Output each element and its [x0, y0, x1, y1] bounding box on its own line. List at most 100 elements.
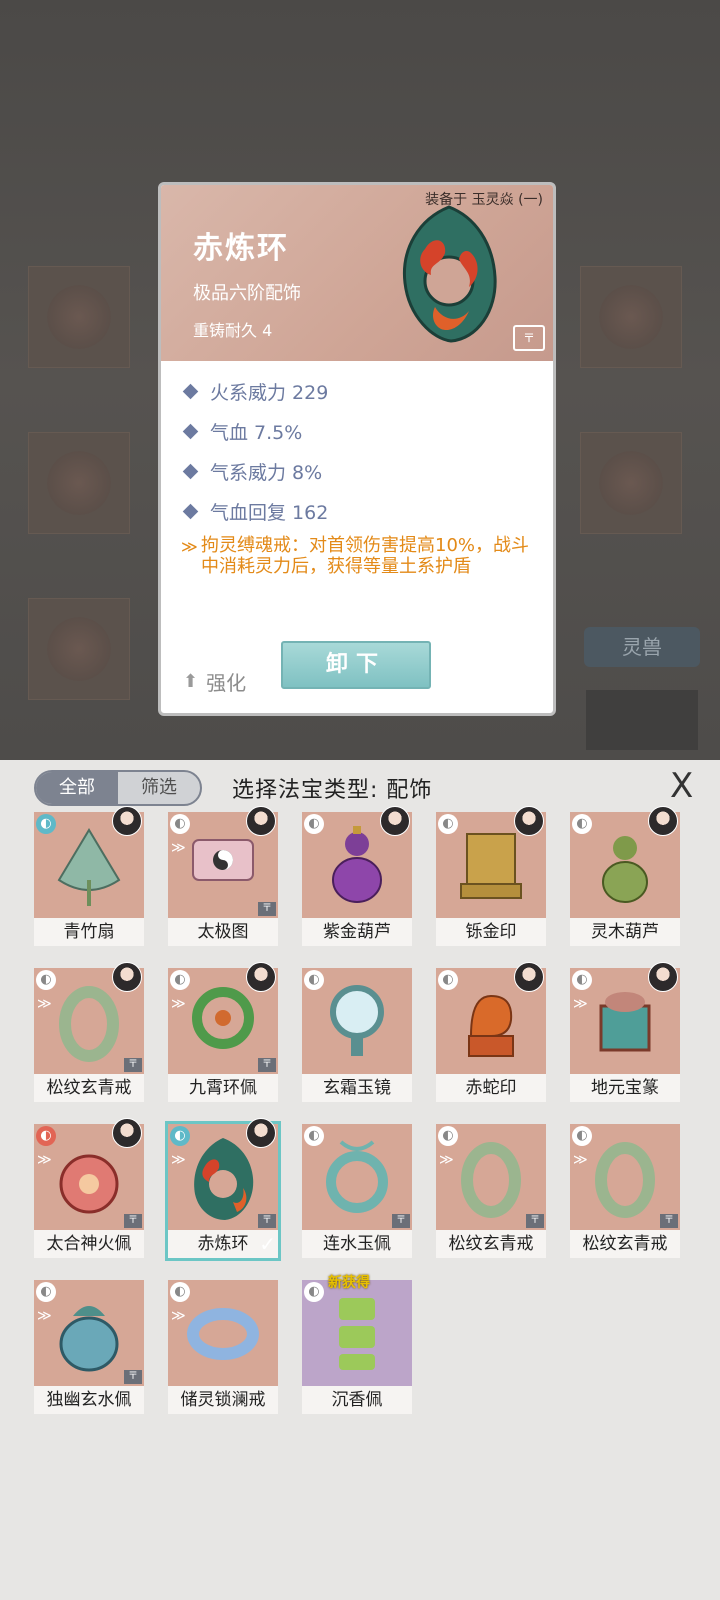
avatar	[514, 806, 544, 836]
stat-text: 气系威力 8%	[210, 461, 323, 484]
tab-filter[interactable]: 筛选	[118, 772, 200, 804]
scroll-icon	[192, 839, 254, 881]
item-card[interactable]: ◐ ≫ 〒 九霄环佩	[168, 962, 278, 1102]
item-card[interactable]: ◐ ≫ 地元宝篆	[570, 962, 680, 1102]
element-icon: ◐	[36, 1126, 56, 1146]
avatar	[514, 962, 544, 992]
item-name: 连水玉佩	[302, 1230, 412, 1258]
avatar	[380, 806, 410, 836]
item-card[interactable]: ◐ 新获得 沉香佩	[302, 1275, 412, 1414]
item-card[interactable]: ◐ ≫ 〒 松纹玄青戒	[570, 1124, 680, 1258]
lock-icon: 〒	[392, 1214, 410, 1228]
stat-row: 气血 7.5%	[181, 411, 541, 451]
lock-icon: 〒	[124, 1214, 142, 1228]
element-icon: ◐	[438, 970, 458, 990]
enhance-label: 强化	[206, 671, 247, 695]
bg-equipment-slot	[28, 266, 130, 368]
element-icon: ◐	[304, 970, 324, 990]
element-icon: ◐	[170, 1282, 190, 1302]
bg-equipment-slot	[28, 598, 130, 700]
up-arrow-icon: ⬆	[183, 671, 199, 692]
element-icon: ◐	[304, 1282, 324, 1302]
soul-bind-icon: ≫	[37, 996, 52, 1012]
element-icon: ◐	[170, 970, 190, 990]
red-ring-icon	[194, 1138, 254, 1220]
filter-tabs: 全部 筛选	[34, 770, 202, 806]
soul-bind-icon: ≫	[171, 1308, 186, 1324]
stat-text: 气血 7.5%	[210, 421, 303, 444]
item-card[interactable]: ◐ 〒 连水玉佩	[302, 1124, 412, 1258]
jade-pendant-icon	[326, 1140, 388, 1213]
unequip-button[interactable]: 卸下	[281, 641, 431, 689]
soul-bind-icon: ≫	[171, 996, 186, 1012]
avatar	[648, 806, 678, 836]
tab-all[interactable]: 全部	[36, 772, 118, 804]
item-card[interactable]: ◐ 赤蛇印	[436, 962, 546, 1102]
blue-ring-icon	[187, 1308, 259, 1360]
soul-bind-icon: ≫	[439, 1152, 454, 1168]
lock-icon[interactable]: 〒	[513, 325, 545, 351]
diamond-bullet-icon	[182, 423, 199, 439]
lock-icon: 〒	[258, 1214, 276, 1228]
item-name: 太合神火佩	[34, 1230, 144, 1258]
bg-equipment-slot	[580, 432, 682, 534]
avatar	[246, 1118, 276, 1148]
stat-row: 火系威力 229	[181, 371, 541, 411]
jade-chain-icon	[339, 1298, 375, 1370]
stat-text: 火系威力 229	[210, 381, 329, 404]
soul-bind-icon: ≫	[37, 1152, 52, 1168]
soul-bind-icon: ≫	[37, 1308, 52, 1324]
soul-bind-icon: ≫	[181, 537, 198, 556]
avatar	[112, 806, 142, 836]
item-card[interactable]: ◐ 铄金印	[436, 806, 546, 946]
item-card[interactable]: ◐ ≫ 〒 太极图	[168, 806, 278, 946]
item-name: 储灵锁澜戒	[168, 1386, 278, 1414]
stat-row: 气系威力 8%	[181, 451, 541, 491]
item-card[interactable]: ◐ ≫ 储灵锁澜戒	[168, 1280, 278, 1414]
panel-title: 选择法宝类型: 配饰	[232, 778, 433, 803]
item-card[interactable]: ◐ 青竹扇	[34, 806, 144, 946]
diamond-bullet-icon	[182, 463, 199, 479]
avatar	[648, 962, 678, 992]
lock-icon: 〒	[258, 1058, 276, 1072]
item-card[interactable]: ◐ ≫ 〒 松纹玄青戒	[436, 1124, 546, 1258]
pendant-icon	[192, 987, 254, 1049]
stat-list: 火系威力 229 气血 7.5% 气系威力 8% 气血回复 162 ≫ 拘灵缚魂…	[181, 371, 541, 578]
soul-bind-icon: ≫	[573, 996, 588, 1012]
bg-empty-slot	[586, 690, 698, 750]
item-card-selected[interactable]: ◐ ≫ 〒 赤炼环 ✓	[165, 1118, 281, 1261]
item-name: 太极图	[168, 918, 278, 946]
check-icon: ✓	[259, 1232, 276, 1256]
item-name: 独幽玄水佩	[34, 1386, 144, 1414]
water-pendant-icon	[59, 1306, 119, 1372]
avatar	[112, 1118, 142, 1148]
avatar	[246, 806, 276, 836]
item-card[interactable]: ◐ 玄霜玉镜	[302, 968, 412, 1102]
item-name: 松纹玄青戒	[570, 1230, 680, 1258]
ring-icon	[595, 1142, 655, 1218]
item-card[interactable]: ◐ ≫ 〒 独幽玄水佩	[34, 1280, 144, 1414]
stat-text: 气血回复 162	[210, 501, 329, 524]
gourd-icon	[332, 826, 382, 903]
mirror-icon	[330, 985, 384, 1056]
lock-icon: 〒	[526, 1214, 544, 1228]
item-name: 紫金葫芦	[302, 918, 412, 946]
lock-icon: 〒	[660, 1214, 678, 1228]
close-icon[interactable]: X	[670, 768, 693, 804]
soul-bind-icon: ≫	[171, 1152, 186, 1168]
diamond-bullet-icon	[182, 503, 199, 519]
skill-row: ≫ 拘灵缚魂戒：对首领伤害提高10%，战斗中消耗灵力后，获得等量土系护盾	[181, 535, 541, 577]
item-card[interactable]: ◐ ≫ 〒 松纹玄青戒	[34, 962, 144, 1102]
enhance-button[interactable]: ⬆ 强化	[183, 667, 246, 696]
diamond-bullet-icon	[182, 383, 199, 399]
snake-seal-icon	[468, 994, 514, 1057]
item-card[interactable]: ◐ 紫金葫芦	[302, 806, 412, 946]
element-icon: ◐	[438, 1126, 458, 1146]
avatar	[246, 962, 276, 992]
item-name: 赤炼环	[193, 231, 289, 266]
item-card[interactable]: ◐ 灵木葫芦	[570, 806, 680, 946]
item-card[interactable]: ◐ ≫ 〒 太合神火佩	[34, 1118, 144, 1258]
item-name: 地元宝篆	[570, 1074, 680, 1102]
element-icon: ◐	[572, 1126, 592, 1146]
item-name: 松纹玄青戒	[34, 1074, 144, 1102]
